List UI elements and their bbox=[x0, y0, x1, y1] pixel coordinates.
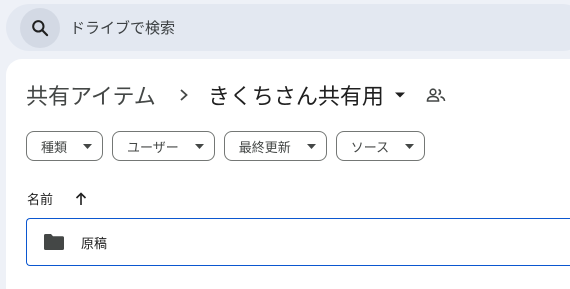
filter-source-chip[interactable]: ソース bbox=[335, 131, 426, 161]
search-icon bbox=[32, 19, 49, 36]
arrow-drop-down-icon bbox=[194, 143, 204, 149]
filter-chip-label: ソース bbox=[350, 140, 390, 156]
main-content: 共有アイテム きくちさん共有用 種類 ユーザー 最終更新 ソース 名前 原稿 bbox=[6, 59, 570, 289]
folder-icon bbox=[43, 233, 65, 251]
filter-chip-label: ユーザー bbox=[127, 140, 179, 156]
filter-modified-chip[interactable]: 最終更新 bbox=[223, 131, 327, 161]
filter-chips: 種類 ユーザー 最終更新 ソース bbox=[26, 131, 426, 161]
filter-chip-label: 種類 bbox=[41, 140, 68, 156]
sort-header: 名前 bbox=[27, 189, 87, 208]
file-row[interactable]: 原稿 bbox=[26, 218, 570, 266]
file-name: 原稿 bbox=[81, 236, 108, 252]
chevron-right-icon bbox=[178, 88, 190, 102]
arrow-drop-down-icon bbox=[306, 143, 316, 149]
breadcrumb-current-label: きくちさん共有用 bbox=[207, 85, 384, 110]
search-button[interactable] bbox=[20, 7, 60, 48]
arrow-drop-down-icon bbox=[83, 143, 93, 149]
search-bar[interactable] bbox=[6, 4, 570, 51]
column-header-name[interactable]: 名前 bbox=[27, 189, 53, 208]
breadcrumb-parent-shared-items[interactable]: 共有アイテム bbox=[26, 79, 156, 111]
arrow-drop-down-icon bbox=[405, 143, 415, 149]
filter-user-chip[interactable]: ユーザー bbox=[112, 131, 215, 161]
arrow-upward-icon[interactable] bbox=[75, 191, 87, 206]
breadcrumb: 共有アイテム きくちさん共有用 bbox=[26, 77, 446, 113]
arrow-drop-down-icon bbox=[394, 91, 406, 99]
search-input[interactable] bbox=[68, 17, 472, 38]
filter-chip-label: 最終更新 bbox=[238, 140, 291, 156]
breadcrumb-current-folder[interactable]: きくちさん共有用 bbox=[208, 79, 406, 111]
people-icon[interactable] bbox=[426, 87, 446, 103]
filter-type-chip[interactable]: 種類 bbox=[26, 131, 104, 161]
